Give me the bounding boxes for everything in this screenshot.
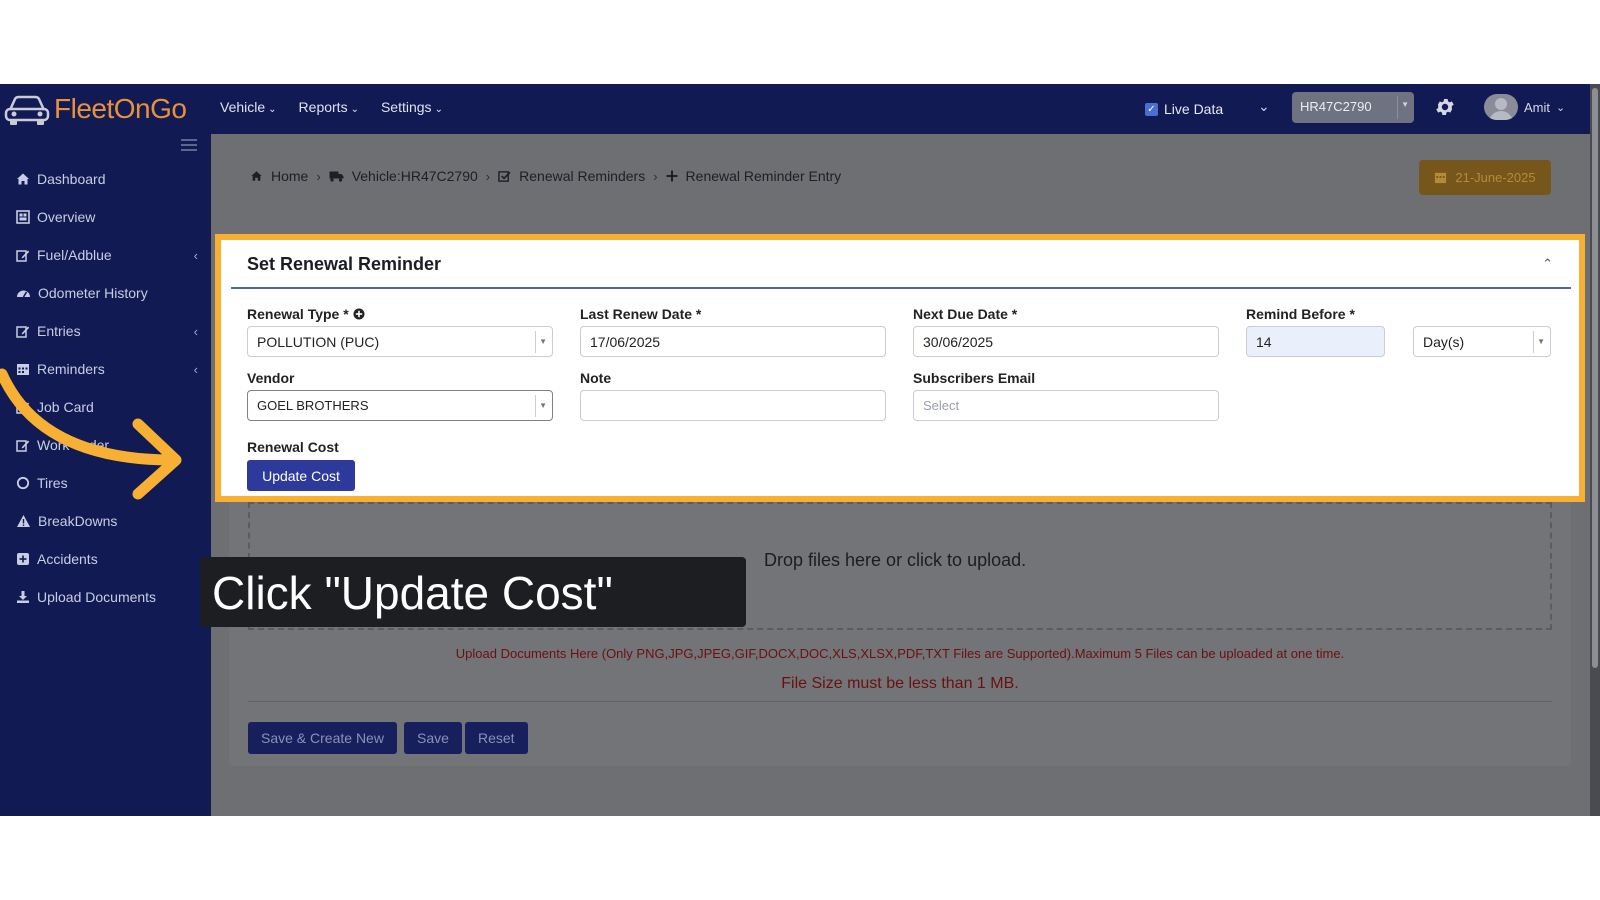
sidebar-item-entries[interactable]: Entries ‹ <box>16 323 198 339</box>
chevron-right-icon: › <box>316 168 321 184</box>
edit-icon <box>16 326 30 338</box>
subscribers-email-label: Subscribers Email <box>913 370 1036 386</box>
next-due-date-input[interactable]: 30/06/2025 <box>913 326 1219 357</box>
set-renewal-reminder-panel: Set Renewal Reminder ⌃ Renewal Type * PO… <box>215 234 1585 502</box>
date-badge[interactable]: 21-June-2025 <box>1419 160 1551 195</box>
breadcrumb-current: Renewal Reminder Entry <box>685 168 842 184</box>
save-button[interactable]: Save <box>404 722 462 754</box>
sidebar-item-breakdowns[interactable]: BreakDowns <box>16 513 198 529</box>
nav-menu: Vehicle ⌄ Reports ⌄ Settings ⌄ <box>220 99 443 115</box>
gauge-icon <box>17 290 30 298</box>
chevron-down-icon: ⌄ <box>350 104 359 115</box>
chevron-down-icon[interactable]: ⌄ <box>1258 98 1270 115</box>
calendar-icon <box>1435 172 1447 184</box>
remind-before-input[interactable]: 14 <box>1246 326 1385 357</box>
chevron-right-icon: › <box>653 168 658 184</box>
chevron-up-icon[interactable]: ⌃ <box>1542 256 1553 272</box>
pointer-arrow-icon <box>0 368 182 500</box>
car-icon <box>4 95 50 125</box>
renewal-cost-label: Renewal Cost <box>247 439 339 455</box>
vehicle-select[interactable]: HR47C2790 ▼ <box>1292 92 1414 123</box>
sidebar-item-overview[interactable]: Overview <box>16 209 198 225</box>
chevron-left-icon: ‹ <box>193 247 198 263</box>
gear-icon[interactable] <box>1434 96 1456 118</box>
upload-size-note: File Size must be less than 1 MB. <box>781 675 1019 692</box>
brand-name: FleetOnGo <box>54 93 187 124</box>
user-name: Amit <box>1524 99 1550 115</box>
scrollbar[interactable] <box>1590 84 1600 816</box>
renewal-type-select[interactable]: POLLUTION (PUC) ▼ <box>247 326 553 357</box>
plus-square-icon <box>17 553 29 565</box>
avatar <box>1484 94 1518 120</box>
save-create-new-button[interactable]: Save & Create New <box>248 722 397 754</box>
hamburger-menu-icon[interactable] <box>181 139 197 154</box>
sidebar-item-accidents[interactable]: Accidents <box>16 551 198 567</box>
user-menu[interactable]: Amit ⌄ <box>1484 94 1565 120</box>
panel-title: Set Renewal Reminder <box>247 254 442 274</box>
sidebar-item-dashboard[interactable]: Dashboard <box>16 171 198 187</box>
chevron-down-icon: ⌄ <box>268 104 277 115</box>
nav-vehicle[interactable]: Vehicle ⌄ <box>220 99 277 115</box>
date-badge-text: 21-June-2025 <box>1455 170 1536 185</box>
vehicle-select-value: HR47C2790 <box>1300 99 1372 114</box>
truck-icon <box>329 171 344 182</box>
download-icon <box>17 591 29 603</box>
chevron-down-icon: ⌄ <box>1556 101 1566 114</box>
panel-divider <box>231 287 1571 289</box>
nav-settings[interactable]: Settings ⌄ <box>381 99 443 115</box>
upload-info-text: Upload Documents Here (Only PNG,JPG,JPEG… <box>455 646 1345 661</box>
breadcrumb-home[interactable]: Home <box>271 168 308 184</box>
nav-reports[interactable]: Reports ⌄ <box>299 99 359 115</box>
vendor-select[interactable]: GOEL BROTHERS ▼ <box>247 390 553 421</box>
top-navbar: FleetOnGo Vehicle ⌄ Reports ⌄ Settings ⌄ ✓ … <box>0 84 1590 134</box>
last-renew-date-input[interactable]: 17/06/2025 <box>580 326 886 357</box>
note-label: Note <box>580 370 612 386</box>
next-due-date-label: Next Due Date * <box>913 306 1018 322</box>
breadcrumb-vehicle[interactable]: Vehicle:HR47C2790 <box>352 168 478 184</box>
home-icon <box>251 171 262 181</box>
chevron-down-icon: ⌄ <box>434 104 443 115</box>
remind-before-unit-select[interactable]: Day(s) ▼ <box>1413 326 1551 357</box>
caret-down-icon: ▼ <box>539 401 547 410</box>
subscribers-email-select[interactable]: Select <box>913 390 1219 421</box>
brand-logo[interactable]: FleetOnGo <box>4 90 187 128</box>
chevron-right-icon: › <box>485 168 491 184</box>
chevron-left-icon: ‹ <box>193 361 198 377</box>
warning-icon <box>17 515 30 527</box>
scrollbar-thumb[interactable] <box>1592 88 1598 668</box>
note-input[interactable] <box>580 390 886 421</box>
live-data-toggle[interactable]: ✓ Live Data <box>1145 101 1223 117</box>
caret-down-icon: ▼ <box>1401 100 1409 109</box>
sidebar-item-upload-documents[interactable]: Upload Documents <box>16 589 198 605</box>
vendor-label: Vendor <box>247 370 295 386</box>
breadcrumb: Home › Vehicle:HR47C2790 › Renewal Remin… <box>250 168 841 184</box>
edit-icon <box>16 250 30 262</box>
plus-icon <box>666 170 678 182</box>
caret-down-icon: ▼ <box>1537 337 1545 346</box>
grid-icon <box>16 210 30 224</box>
caret-down-icon: ▼ <box>539 337 547 346</box>
live-data-checkbox[interactable]: ✓ <box>1145 102 1158 116</box>
tutorial-tooltip: Click "Update Cost" <box>200 557 746 627</box>
chevron-left-icon: ‹ <box>193 323 198 339</box>
renewal-type-label: Renewal Type * <box>247 306 365 322</box>
reset-button[interactable]: Reset <box>465 722 528 754</box>
add-circle-icon[interactable] <box>353 308 365 320</box>
sidebar-item-odometer-history[interactable]: Odometer History <box>16 285 198 301</box>
last-renew-date-label: Last Renew Date * <box>580 306 702 322</box>
dropzone-text: Drop files here or click to upload. <box>764 550 1027 570</box>
sidebar-item-fuel-adblue[interactable]: Fuel/Adblue ‹ <box>16 247 198 263</box>
divider <box>248 701 1552 702</box>
live-data-label: Live Data <box>1164 101 1224 117</box>
remind-before-label: Remind Before * <box>1246 306 1355 322</box>
update-cost-button[interactable]: Update Cost <box>247 460 355 491</box>
breadcrumb-renewal-reminders[interactable]: Renewal Reminders <box>519 168 645 184</box>
home-icon <box>17 173 29 185</box>
check-square-icon <box>498 170 511 182</box>
app-frame: FleetOnGo Vehicle ⌄ Reports ⌄ Settings ⌄ ✓ … <box>0 84 1600 816</box>
